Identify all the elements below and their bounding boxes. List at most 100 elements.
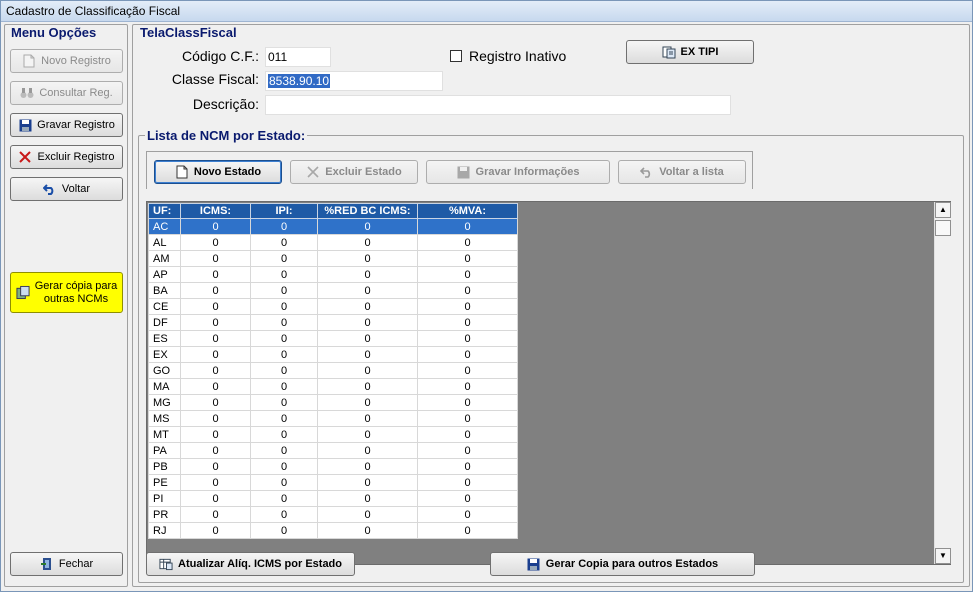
table-cell[interactable]: DF (148, 314, 181, 331)
table-cell[interactable]: RJ (148, 522, 181, 539)
table-cell[interactable]: 0 (180, 506, 251, 523)
table-cell[interactable]: PA (148, 442, 181, 459)
novo-estado-button[interactable]: Novo Estado (154, 160, 282, 184)
column-header-icms[interactable]: ICMS: (180, 203, 251, 219)
table-cell[interactable]: 0 (250, 250, 318, 267)
table-row[interactable]: PR 0 0 0 0 (148, 506, 518, 523)
table-cell[interactable]: 0 (180, 282, 251, 299)
table-cell[interactable]: 0 (250, 410, 318, 427)
table-row[interactable]: AL 0 0 0 0 (148, 234, 518, 251)
table-cell[interactable]: MG (148, 394, 181, 411)
table-cell[interactable]: 0 (417, 362, 518, 379)
table-cell[interactable]: 0 (180, 234, 251, 251)
table-cell[interactable]: 0 (180, 346, 251, 363)
table-cell[interactable]: 0 (317, 346, 418, 363)
table-cell[interactable]: 0 (317, 506, 418, 523)
column-header-ipi[interactable]: IPI: (250, 203, 318, 219)
table-cell[interactable]: 0 (250, 394, 318, 411)
table-cell[interactable]: 0 (250, 378, 318, 395)
table-row[interactable]: DF 0 0 0 0 (148, 314, 518, 331)
table-cell[interactable]: 0 (250, 346, 318, 363)
gravar-informacoes-button[interactable]: Gravar Informações (426, 160, 610, 184)
table-cell[interactable]: 0 (417, 298, 518, 315)
table-cell[interactable]: 0 (317, 250, 418, 267)
table-cell[interactable]: 0 (250, 314, 318, 331)
table-cell[interactable]: PI (148, 490, 181, 507)
table-cell[interactable]: MS (148, 410, 181, 427)
voltar-lista-button[interactable]: Voltar a lista (618, 160, 746, 184)
table-cell[interactable]: BA (148, 282, 181, 299)
table-cell[interactable]: 0 (317, 362, 418, 379)
table-cell[interactable]: 0 (417, 522, 518, 539)
column-header-mva[interactable]: %MVA: (417, 203, 518, 219)
table-cell[interactable]: 0 (180, 410, 251, 427)
table-cell[interactable]: 0 (317, 474, 418, 491)
table-row[interactable]: MA 0 0 0 0 (148, 378, 518, 395)
table-cell[interactable]: 0 (250, 506, 318, 523)
table-cell[interactable]: AM (148, 250, 181, 267)
table-cell[interactable]: 0 (180, 218, 251, 235)
table-cell[interactable]: 0 (317, 426, 418, 443)
table-cell[interactable]: 0 (417, 426, 518, 443)
voltar-button[interactable]: Voltar (10, 177, 123, 201)
table-row[interactable]: GO 0 0 0 0 (148, 362, 518, 379)
table-cell[interactable]: PB (148, 458, 181, 475)
table-cell[interactable]: 0 (250, 458, 318, 475)
table-cell[interactable]: PE (148, 474, 181, 491)
table-cell[interactable]: 0 (250, 362, 318, 379)
table-cell[interactable]: 0 (317, 218, 418, 235)
table-cell[interactable]: 0 (180, 474, 251, 491)
table-cell[interactable]: 0 (250, 266, 318, 283)
table-cell[interactable]: 0 (417, 250, 518, 267)
table-cell[interactable]: 0 (180, 250, 251, 267)
table-row[interactable]: MT 0 0 0 0 (148, 426, 518, 443)
registro-inativo-checkbox[interactable] (450, 50, 462, 62)
column-header-red-bc[interactable]: %RED BC ICMS: (317, 203, 418, 219)
table-cell[interactable]: 0 (417, 234, 518, 251)
table-cell[interactable]: 0 (317, 394, 418, 411)
table-cell[interactable]: 0 (180, 330, 251, 347)
atualizar-aliq-button[interactable]: Atualizar Alíq. ICMS por Estado (146, 552, 355, 576)
table-cell[interactable]: MT (148, 426, 181, 443)
table-cell[interactable]: 0 (417, 474, 518, 491)
table-cell[interactable]: 0 (417, 266, 518, 283)
table-cell[interactable]: GO (148, 362, 181, 379)
table-cell[interactable]: 0 (317, 266, 418, 283)
scroll-thumb[interactable] (935, 220, 951, 236)
novo-registro-button[interactable]: Novo Registro (10, 49, 123, 73)
table-cell[interactable]: 0 (417, 346, 518, 363)
table-cell[interactable]: 0 (317, 298, 418, 315)
table-cell[interactable]: 0 (250, 330, 318, 347)
table-cell[interactable]: 0 (180, 458, 251, 475)
table-cell[interactable]: 0 (250, 490, 318, 507)
table-cell[interactable]: 0 (417, 378, 518, 395)
table-cell[interactable]: AP (148, 266, 181, 283)
excluir-estado-button[interactable]: Excluir Estado (290, 160, 418, 184)
table-cell[interactable]: 0 (417, 282, 518, 299)
column-header-uf[interactable]: UF: (148, 203, 181, 219)
table-cell[interactable]: 0 (417, 314, 518, 331)
table-cell[interactable]: AC (148, 218, 181, 235)
table-cell[interactable]: 0 (317, 458, 418, 475)
table-row[interactable]: MS 0 0 0 0 (148, 410, 518, 427)
table-cell[interactable]: 0 (250, 474, 318, 491)
table-cell[interactable]: 0 (250, 234, 318, 251)
excluir-registro-button[interactable]: Excluir Registro (10, 145, 123, 169)
table-row[interactable]: PA 0 0 0 0 (148, 442, 518, 459)
codigo-field[interactable]: 011 (265, 47, 331, 67)
table-row[interactable]: EX 0 0 0 0 (148, 346, 518, 363)
grid-vertical-scrollbar[interactable]: ▲ ▼ (934, 202, 951, 564)
table-cell[interactable]: 0 (180, 378, 251, 395)
table-cell[interactable]: 0 (180, 314, 251, 331)
consultar-button[interactable]: Consultar Reg. (10, 81, 123, 105)
table-cell[interactable]: 0 (417, 330, 518, 347)
gerar-copia-estados-button[interactable]: Gerar Copia para outros Estados (490, 552, 755, 576)
table-cell[interactable]: 0 (317, 378, 418, 395)
table-cell[interactable]: 0 (250, 218, 318, 235)
table-cell[interactable]: 0 (417, 410, 518, 427)
table-cell[interactable]: PR (148, 506, 181, 523)
fechar-button[interactable]: Fechar (10, 552, 123, 576)
table-row[interactable]: RJ 0 0 0 0 (148, 522, 518, 539)
table-cell[interactable]: 0 (180, 426, 251, 443)
descricao-field[interactable] (265, 95, 731, 115)
